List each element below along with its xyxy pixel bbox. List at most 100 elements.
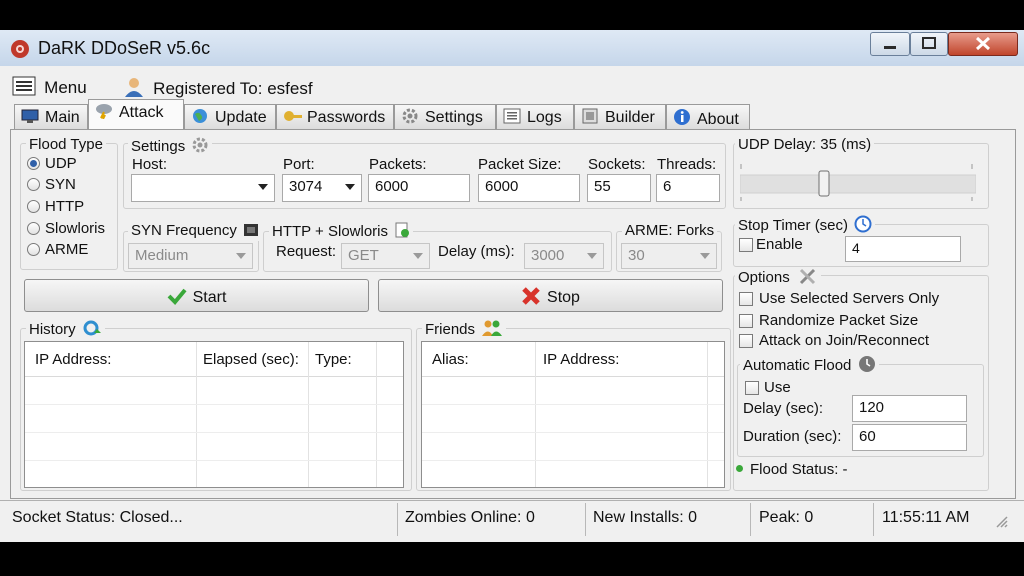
options-label: Options — [738, 269, 790, 286]
status-separator — [397, 503, 398, 536]
host-combo[interactable] — [131, 174, 275, 202]
chip-icon — [243, 223, 259, 241]
chevron-down-icon — [413, 253, 423, 259]
automatic-flood-use-checkbox[interactable] — [745, 381, 759, 395]
tab-passwords-label: Passwords — [307, 109, 386, 126]
auto-duration-input[interactable]: 60 — [852, 424, 967, 451]
syn-frequency-group-label: SYN Frequency — [128, 222, 263, 241]
minimize-button[interactable] — [870, 32, 910, 56]
slider-thumb[interactable] — [818, 170, 830, 197]
monitor-icon — [21, 108, 39, 124]
tab-update[interactable]: Update — [184, 104, 276, 129]
tab-main-label: Main — [45, 109, 80, 126]
chevron-down-icon — [236, 253, 246, 259]
syn-frequency-combo[interactable]: Medium — [128, 243, 253, 269]
chevron-down-icon — [345, 184, 355, 190]
port-value: 3074 — [289, 178, 323, 195]
packets-label: Packets: — [369, 156, 427, 173]
settings-label: Settings — [131, 138, 186, 155]
start-button[interactable]: Start — [24, 279, 369, 312]
check-icon — [167, 287, 187, 310]
randomize-packet-size-checkbox[interactable] — [739, 314, 753, 328]
use-selected-servers-checkbox[interactable] — [739, 292, 753, 306]
friends-col-divider — [422, 342, 536, 487]
radio-slowloris-label: Slowloris — [45, 220, 106, 237]
auto-delay-input[interactable]: 120 — [852, 395, 967, 422]
history-label: History — [29, 321, 76, 338]
history-col-divider — [25, 342, 197, 487]
auto-delay-label: Delay (sec): — [743, 400, 824, 417]
history-list[interactable]: IP Address: Elapsed (sec): Type: — [24, 341, 404, 488]
menu-icon — [12, 76, 36, 100]
http-delay-combo[interactable]: 3000 — [524, 243, 604, 269]
sockets-input[interactable]: 55 — [587, 174, 651, 202]
resize-grip-icon[interactable] — [994, 514, 1008, 532]
stop-timer-label: Stop Timer (sec) — [738, 217, 849, 234]
radio-slowloris[interactable] — [27, 222, 40, 235]
status-clock: 11:55:11 AM — [882, 509, 970, 526]
tab-settings[interactable]: Settings — [394, 104, 496, 129]
row-line — [422, 432, 724, 433]
host-label: Host: — [132, 156, 168, 173]
friends-group-label: Friends — [422, 319, 507, 341]
peak-count: Peak: 0 — [759, 509, 814, 526]
chevron-down-icon — [258, 184, 268, 190]
tab-logs[interactable]: Logs — [496, 104, 574, 129]
new-installs: New Installs: 0 — [593, 509, 698, 526]
maximize-button[interactable] — [910, 32, 948, 56]
radio-arme[interactable] — [27, 243, 40, 256]
info-icon — [673, 108, 691, 125]
tab-main[interactable]: Main — [14, 104, 88, 129]
stop-timer-enable-label: Enable — [756, 236, 803, 253]
tab-settings-label: Settings — [425, 109, 483, 126]
attack-on-join-checkbox[interactable] — [739, 334, 753, 348]
radio-udp[interactable] — [27, 157, 40, 170]
http-delay-value: 3000 — [531, 247, 565, 264]
automatic-flood-group-label: Automatic Flood — [740, 355, 879, 377]
syn-frequency-label: SYN Frequency — [131, 222, 237, 239]
history-col-divider — [197, 342, 309, 487]
settings-group-label: Settings — [128, 136, 213, 158]
sockets-label: Sockets: — [588, 156, 646, 173]
stop-button[interactable]: Stop — [378, 279, 723, 312]
arme-forks-combo[interactable]: 30 — [621, 243, 717, 269]
people-icon — [481, 319, 503, 341]
auto-duration-label: Duration (sec): — [743, 428, 842, 445]
history-group-label: History — [26, 319, 105, 341]
stop-timer-enable-checkbox[interactable] — [739, 238, 753, 252]
packet-size-input[interactable]: 6000 — [478, 174, 580, 202]
flood-type-label: Flood Type — [26, 136, 106, 153]
tab-about[interactable]: About — [666, 104, 750, 129]
radio-udp-label: UDP — [45, 155, 77, 172]
threads-input[interactable]: 6 — [656, 174, 720, 202]
udp-delay-label: UDP Delay: 35 (ms) — [735, 136, 875, 153]
gear-icon — [191, 136, 209, 158]
stop-timer-input[interactable]: 4 — [845, 236, 961, 262]
tab-update-label: Update — [215, 109, 267, 126]
tab-builder[interactable]: Builder — [574, 104, 666, 129]
registered-label: Registered To: esfesf — [153, 79, 313, 98]
radio-syn-label: SYN — [45, 176, 76, 193]
close-button[interactable] — [948, 32, 1018, 56]
tab-attack-label: Attack — [119, 104, 164, 121]
status-separator — [873, 503, 874, 536]
tab-passwords[interactable]: Passwords — [276, 104, 394, 129]
refresh-icon — [82, 319, 102, 341]
tools-icon — [798, 267, 818, 289]
request-combo[interactable]: GET — [341, 243, 430, 269]
document-icon — [394, 222, 410, 242]
radio-http-label: HTTP — [45, 198, 85, 215]
tab-attack[interactable]: Attack — [88, 99, 184, 130]
port-combo[interactable]: 3074 — [282, 174, 362, 202]
radio-syn[interactable] — [27, 178, 40, 191]
menu-button[interactable]: Menu — [12, 76, 87, 98]
menu-label: Menu — [44, 78, 87, 97]
udp-delay-slider[interactable] — [739, 160, 977, 202]
globe-icon — [191, 108, 209, 124]
arme-label: ARME: Forks — [622, 222, 718, 239]
friends-list[interactable]: Alias: IP Address: — [421, 341, 725, 488]
gear-icon — [401, 108, 419, 124]
row-line — [25, 432, 403, 433]
packets-input[interactable]: 6000 — [368, 174, 470, 202]
radio-http[interactable] — [27, 200, 40, 213]
